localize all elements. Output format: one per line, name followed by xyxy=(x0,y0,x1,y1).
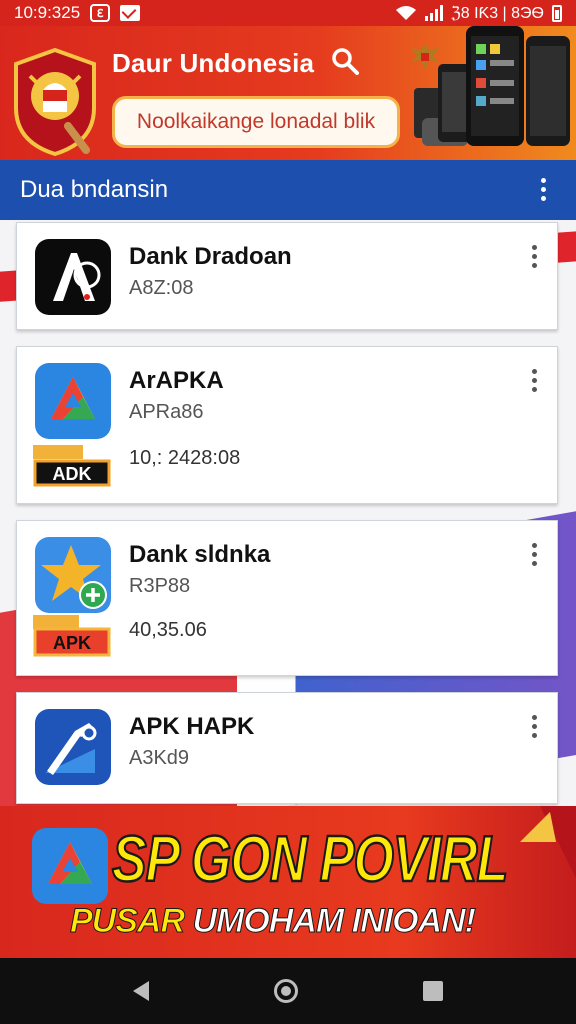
flag-icon xyxy=(520,806,576,878)
app-version: R3P88 xyxy=(129,575,191,597)
app-name: Dank sldnka xyxy=(129,541,271,568)
promo-banner[interactable]: SP GON POVIRL PUSAR UMOHAM INIOAN! xyxy=(0,806,576,958)
section-title: Dua bndansin xyxy=(20,176,169,203)
recent-apps-icon[interactable] xyxy=(423,981,444,1001)
signal-icon xyxy=(424,5,443,21)
pen-tool-icon xyxy=(35,709,111,785)
app-name: APK HAPK xyxy=(129,713,255,740)
app-list-item[interactable]: ADK ArAPKA APRa86 10,: 2428:08 xyxy=(16,346,558,504)
a-logo-icon xyxy=(35,239,111,315)
app-list-item[interactable]: APK Dank sldnka R3P88 40,35.06 xyxy=(16,520,558,676)
banner-sub-yellow: PUSAR xyxy=(69,902,185,941)
header-search-field[interactable]: Noolkaikange lonadal blik xyxy=(112,96,400,148)
home-icon[interactable] xyxy=(273,979,298,1003)
app-list-item[interactable]: APK HAPK A3Kd9 xyxy=(16,692,558,804)
banner-subtitle: PUSAR UMOHAM INIOAN! xyxy=(69,902,477,941)
section-menu-icon[interactable] xyxy=(541,178,546,201)
section-header: Dua bndansin xyxy=(0,160,576,220)
drive-triangle-icon xyxy=(32,828,108,904)
status-indicators: ℨ8 IƘ3 | 8ЭѲ xyxy=(450,5,544,22)
svg-text:APK: APK xyxy=(53,633,91,653)
item-menu-icon[interactable] xyxy=(532,245,537,268)
app-header: Daur Undonesia Noolkaikange lonadal blik xyxy=(0,26,576,160)
back-icon[interactable] xyxy=(132,981,149,1001)
item-menu-icon[interactable] xyxy=(532,715,537,738)
banner-headline: SP GON POVIRL xyxy=(111,822,509,897)
app-download-count: 40,35.06 xyxy=(129,619,207,641)
system-nav-bar xyxy=(0,958,576,1024)
app-name: Dank Dradoan xyxy=(129,243,292,270)
notification-app-icon: ℇ xyxy=(90,4,111,22)
status-time: 10:9:325 xyxy=(14,3,81,22)
app-title: Daur Undonesia xyxy=(112,48,315,78)
item-menu-icon[interactable] xyxy=(532,369,537,392)
app-download-count: 10,: 2428:08 xyxy=(129,447,241,469)
star-plus-icon xyxy=(35,537,111,613)
emblem-logo-icon xyxy=(14,47,96,156)
drive-triangle-icon xyxy=(35,363,111,439)
battery-icon xyxy=(552,4,562,22)
wifi-icon xyxy=(395,6,416,20)
phones-devices-image xyxy=(414,26,570,146)
app-version: A3Kd9 xyxy=(129,747,190,769)
apk-badge-image: APK xyxy=(33,615,111,657)
mail-icon xyxy=(120,5,141,21)
item-menu-icon[interactable] xyxy=(532,543,537,566)
app-name: ArAPKA xyxy=(129,367,224,394)
adk-badge-image: ADK xyxy=(33,445,111,487)
status-bar: 10:9:325 ℇ ℨ8 IƘ3 | 8ЭѲ xyxy=(0,0,576,26)
svg-text:ADK: ADK xyxy=(53,464,92,484)
app-version: A8Z:08 xyxy=(129,277,194,299)
search-icon[interactable] xyxy=(330,46,360,76)
app-list-item[interactable]: Dank Dradoan A8Z:08 xyxy=(16,222,558,330)
app-version: APRa86 xyxy=(129,401,204,423)
banner-sub-white: UMOHAM INIOAN! xyxy=(192,902,477,941)
